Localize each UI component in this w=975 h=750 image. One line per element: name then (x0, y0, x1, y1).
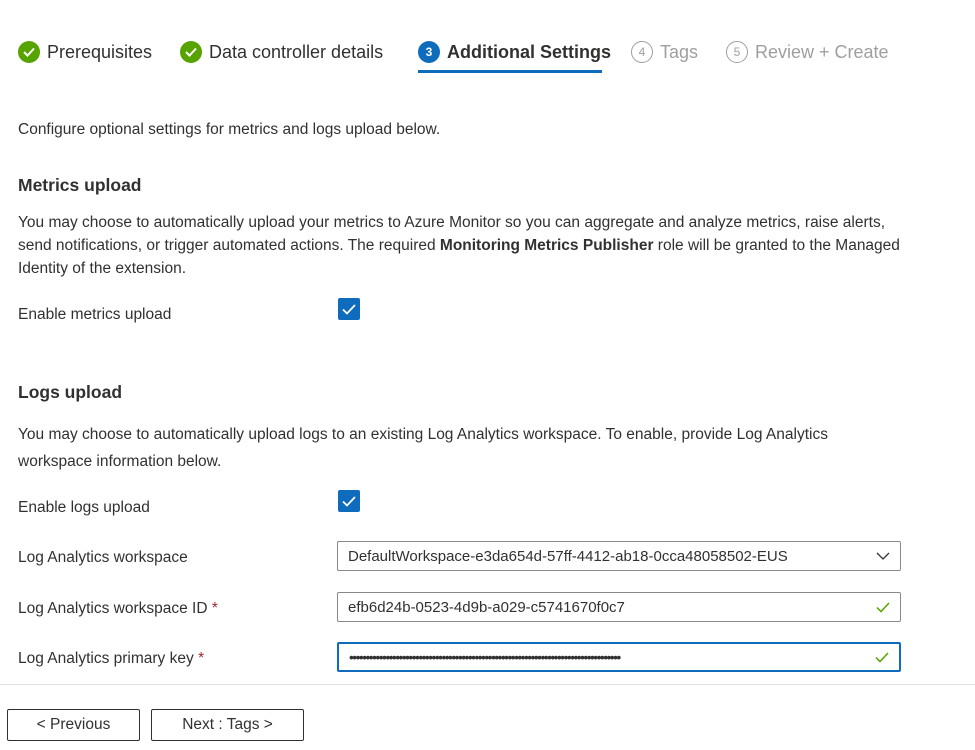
workspace-label: Log Analytics workspace (18, 549, 188, 566)
next-tags-button[interactable]: Next : Tags > (151, 709, 304, 741)
primary-key-input[interactable]: ••••••••••••••••••••••••••••••••••••••••… (337, 642, 901, 672)
wizard-steps: Prerequisites Data controller details 3 … (0, 0, 975, 104)
required-marker: * (198, 650, 205, 667)
step-number-icon: 5 (726, 41, 748, 63)
tab-label: Review + Create (755, 41, 889, 62)
tab-label: Data controller details (209, 41, 384, 62)
valid-check-icon (870, 601, 896, 613)
previous-button[interactable]: < Previous (7, 709, 140, 741)
tab-data-controller-details[interactable]: Data controller details (180, 38, 383, 66)
workspace-id-input[interactable]: efb6d24b-0523-4d9b-a029-c5741670f0c7 (337, 592, 901, 622)
footer-divider (0, 684, 975, 685)
workspace-id-value: efb6d24b-0523-4d9b-a029-c5741670f0c7 (348, 598, 625, 616)
valid-check-icon (869, 651, 895, 663)
tab-label: Prerequisites (47, 41, 153, 62)
active-tab-indicator (418, 70, 602, 73)
metrics-heading: Metrics upload (18, 175, 142, 195)
checkmark-icon (342, 303, 356, 315)
enable-metrics-label: Enable metrics upload (18, 306, 172, 323)
logs-heading: Logs upload (18, 382, 123, 402)
tab-additional-settings[interactable]: 3 Additional Settings (418, 38, 611, 66)
enable-logs-checkbox[interactable] (338, 490, 360, 512)
metrics-description: You may choose to automatically upload y… (18, 214, 900, 277)
tab-label: Additional Settings (447, 41, 611, 62)
enable-metrics-checkbox[interactable] (338, 298, 360, 320)
primary-key-label: Log Analytics primary key * (18, 650, 205, 667)
step-number-icon: 4 (631, 41, 653, 63)
chevron-down-icon (870, 552, 896, 560)
intro-text: Configure optional settings for metrics … (18, 121, 441, 138)
primary-key-value: ••••••••••••••••••••••••••••••••••••••••… (349, 649, 621, 665)
role-name: Monitoring Metrics Publisher (439, 237, 654, 254)
tab-review-create[interactable]: 5 Review + Create (726, 38, 889, 66)
tab-prerequisites[interactable]: Prerequisites (18, 38, 152, 66)
workspace-id-label: Log Analytics workspace ID * (18, 600, 218, 617)
tab-tags[interactable]: 4 Tags (631, 38, 698, 66)
workspace-value: DefaultWorkspace-e3da654d-57ff-4412-ab18… (348, 547, 788, 565)
enable-logs-label: Enable logs upload (18, 499, 150, 516)
logs-description: You may choose to automatically upload l… (18, 426, 828, 470)
tab-label: Tags (660, 41, 699, 62)
checkmark-icon (342, 495, 356, 507)
step-number-icon: 3 (418, 41, 440, 63)
workspace-dropdown[interactable]: DefaultWorkspace-e3da654d-57ff-4412-ab18… (337, 541, 901, 571)
required-marker: * (211, 600, 218, 617)
checkmark-circle-icon (18, 41, 40, 63)
checkmark-circle-icon (180, 41, 202, 63)
